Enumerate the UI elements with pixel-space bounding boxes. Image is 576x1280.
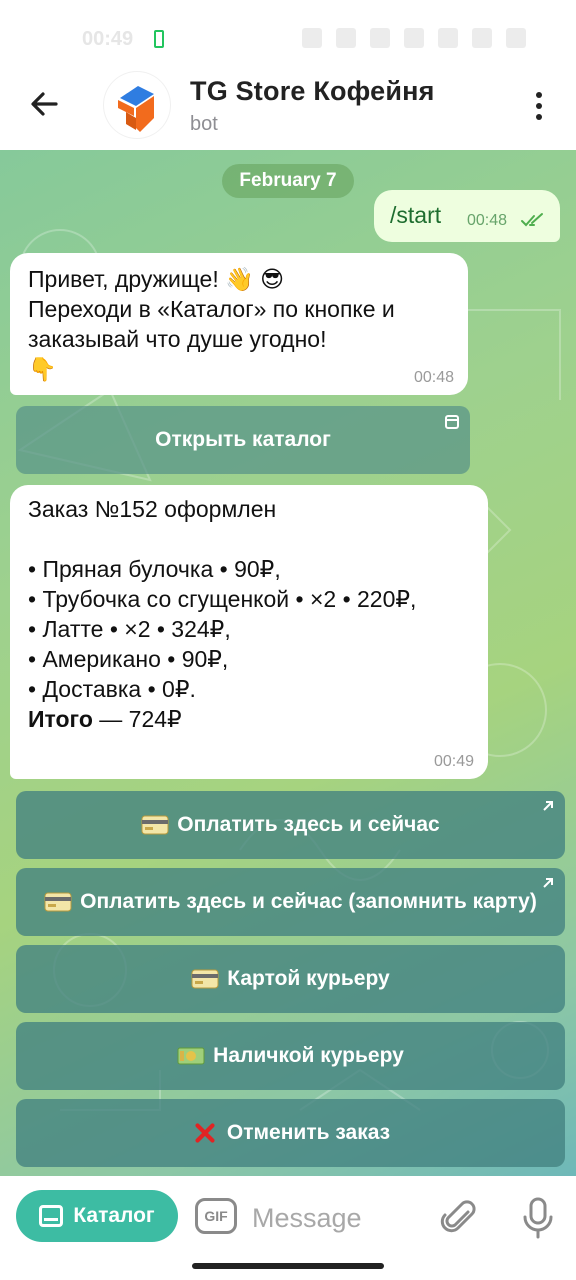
pay-here-remember-card-button[interactable]: Оплатить здесь и сейчас (запомнить карту… xyxy=(16,868,565,936)
gif-button[interactable]: GIF xyxy=(195,1198,237,1234)
system-nav-bar xyxy=(0,1254,576,1280)
gif-icon-label: GIF xyxy=(204,1208,228,1224)
battery-icon xyxy=(154,30,164,48)
more-options-button[interactable] xyxy=(524,88,554,124)
button-label: Открыть каталог xyxy=(155,428,331,451)
message-text: Привет, дружище! 👋 😎 Переходи в «Каталог… xyxy=(28,266,395,382)
external-arrow-icon xyxy=(543,878,553,888)
dot-icon xyxy=(536,103,542,109)
status-icons xyxy=(302,28,526,48)
chat-area[interactable]: February 7 /start 00:48 Привет, дружище!… xyxy=(0,150,576,1176)
order-total-label: Итого xyxy=(28,706,93,732)
button-label: Каталог xyxy=(73,1204,155,1227)
chat-title[interactable]: TG Store Кофейня xyxy=(190,76,435,107)
cash-to-courier-button[interactable]: Наличкой курьеру xyxy=(16,1022,565,1090)
alarm-icon xyxy=(336,28,356,48)
cross-mark-icon xyxy=(195,1123,215,1143)
nfc-icon xyxy=(302,28,322,48)
credit-card-icon xyxy=(191,969,219,989)
greeting-message[interactable]: Привет, дружище! 👋 😎 Переходи в «Каталог… xyxy=(10,253,468,395)
wifi-icon xyxy=(438,28,458,48)
home-indicator[interactable] xyxy=(192,1263,384,1269)
message-time: 00:48 xyxy=(413,369,454,386)
signal-icon xyxy=(472,28,492,48)
money-icon xyxy=(177,1047,205,1065)
bot-avatar[interactable] xyxy=(104,72,170,138)
order-body: Заказ №152 оформлен • Пряная булочка • 9… xyxy=(28,494,416,734)
message-time: 00:49 xyxy=(433,753,474,770)
button-label: Картой курьеру xyxy=(227,967,390,990)
paperclip-icon xyxy=(440,1200,476,1233)
voice-message-button[interactable] xyxy=(520,1196,556,1240)
message-time: 00:48 xyxy=(467,212,508,229)
dot-icon xyxy=(536,114,542,120)
pay-here-button[interactable]: Оплатить здесь и сейчас xyxy=(16,791,565,859)
message-input[interactable] xyxy=(252,1198,422,1238)
credit-card-icon xyxy=(44,892,72,912)
cancel-order-button[interactable]: Отменить заказ xyxy=(16,1099,565,1167)
open-catalog-button[interactable]: Открыть каталог xyxy=(16,406,470,474)
order-total-value: — 724₽ xyxy=(92,706,182,732)
charging-icon xyxy=(506,28,526,48)
chat-header: TG Store Кофейня bot xyxy=(0,60,576,150)
vibrate-icon xyxy=(370,28,390,48)
button-label: Оплатить здесь и сейчас xyxy=(177,813,440,836)
status-time: 00:49 xyxy=(82,28,134,50)
external-arrow-icon xyxy=(543,801,553,811)
arrow-left-icon xyxy=(31,92,58,116)
button-label: Отменить заказ xyxy=(226,1121,391,1144)
button-label: Наличкой курьеру xyxy=(213,1044,404,1067)
message-input-bar: Каталог GIF xyxy=(0,1176,576,1260)
attach-button[interactable] xyxy=(440,1198,480,1238)
microphone-icon xyxy=(523,1197,553,1239)
back-button[interactable] xyxy=(26,86,62,122)
catalog-menu-button[interactable]: Каталог xyxy=(16,1190,178,1242)
bluetooth-icon xyxy=(404,28,424,48)
dot-icon xyxy=(536,92,542,98)
button-label: Оплатить здесь и сейчас (запомнить карту… xyxy=(80,890,537,913)
order-message[interactable]: Заказ №152 оформлен • Пряная булочка • 9… xyxy=(10,485,488,779)
chat-subtitle: bot xyxy=(190,113,218,135)
credit-card-icon xyxy=(141,815,169,835)
card-to-courier-button[interactable]: Картой курьеру xyxy=(16,945,565,1013)
double-check-icon xyxy=(521,213,543,227)
web-app-icon xyxy=(445,415,459,429)
message-text: /start xyxy=(390,202,442,228)
outgoing-message[interactable]: /start 00:48 xyxy=(374,190,560,242)
web-app-icon xyxy=(39,1205,64,1227)
store-logo-icon xyxy=(118,86,154,132)
order-text: Заказ №152 оформлен • Пряная булочка • 9… xyxy=(28,496,417,702)
date-pill: February 7 xyxy=(222,164,354,198)
